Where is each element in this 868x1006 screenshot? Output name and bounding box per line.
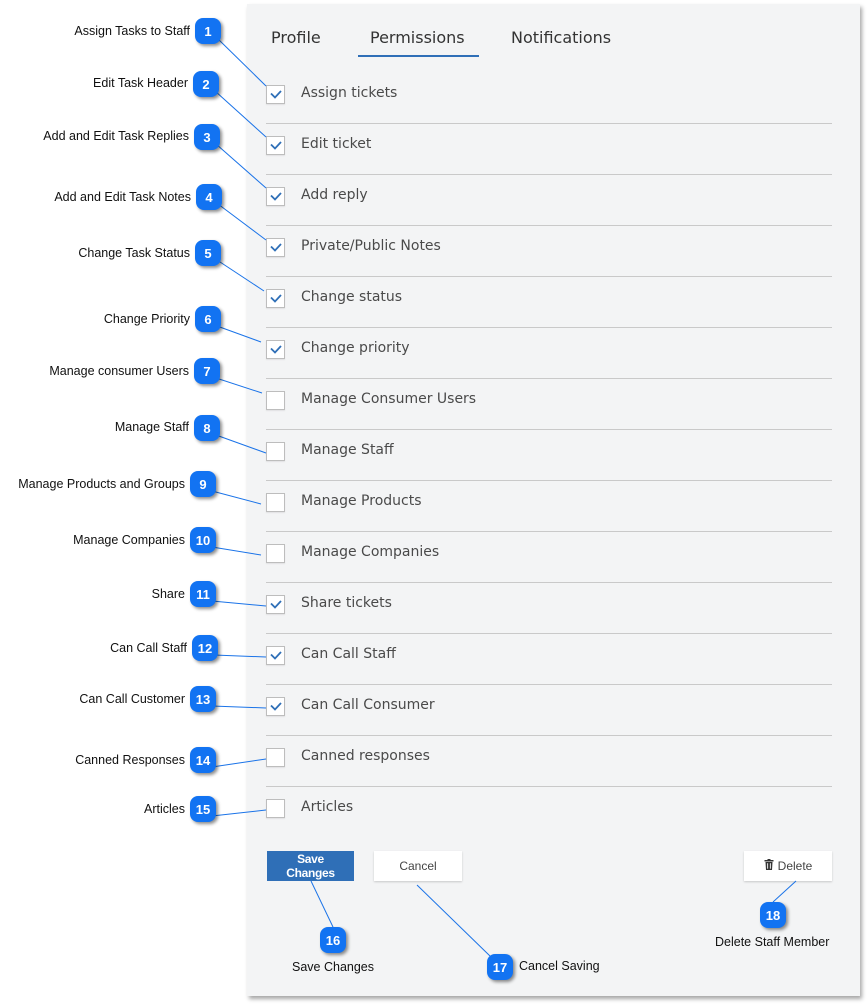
permission-label: Add reply <box>301 187 368 203</box>
callout-badge: 5 <box>195 240 221 266</box>
tab-notifications[interactable]: Notifications <box>511 28 611 47</box>
callout-badge: 14 <box>190 747 216 773</box>
permission-row: Can Call Consumer <box>266 685 832 736</box>
callout-badge: 4 <box>196 184 222 210</box>
permission-checkbox[interactable] <box>266 493 285 512</box>
permission-label: Manage Staff <box>301 442 394 458</box>
permission-checkbox[interactable] <box>266 799 285 818</box>
checkmark-icon <box>270 243 282 252</box>
callout-badge: 13 <box>190 686 216 712</box>
permission-checkbox[interactable] <box>266 391 285 410</box>
permission-checkbox[interactable] <box>266 340 285 359</box>
delete-button[interactable]: Delete <box>744 851 832 881</box>
checkmark-icon <box>270 651 282 660</box>
permission-label: Change priority <box>301 340 410 356</box>
permission-checkbox[interactable] <box>266 748 285 767</box>
callout-label: Manage consumer Users <box>49 364 189 378</box>
callout-badge: 3 <box>194 124 220 150</box>
save-changes-button[interactable]: Save Changes <box>267 851 354 881</box>
checkmark-icon <box>270 294 282 303</box>
permission-row: Manage Products <box>266 481 832 532</box>
checkmark-icon <box>270 141 282 150</box>
callout-badge: 12 <box>192 635 218 661</box>
permission-checkbox[interactable] <box>266 544 285 563</box>
callout-label: Manage Staff <box>114 420 189 434</box>
callout-badge: 1 <box>195 18 221 44</box>
checkmark-icon <box>270 90 282 99</box>
callout-label: Delete Staff Member <box>715 935 830 949</box>
callout-badge: 16 <box>320 927 346 953</box>
callout-label: Articles <box>144 802 185 816</box>
callout-label: Can Call Customer <box>79 692 185 706</box>
delete-button-label: Delete <box>777 859 813 873</box>
callout-label: Manage Companies <box>73 533 185 547</box>
callout-badge: 6 <box>195 306 221 332</box>
permission-row: Add reply <box>266 175 832 226</box>
checkmark-icon <box>270 702 282 711</box>
callout-badge: 11 <box>190 581 216 607</box>
permission-row: Assign tickets <box>266 73 832 124</box>
checkmark-icon <box>270 600 282 609</box>
callout-badge: 2 <box>193 71 219 97</box>
callout-label: Change Priority <box>103 312 190 326</box>
permission-label: Manage Products <box>301 493 422 509</box>
permission-label: Manage Companies <box>301 544 440 560</box>
callout-label: Add and Edit Task Replies <box>43 129 189 143</box>
permission-label: Change status <box>301 289 403 305</box>
callout-badge: 15 <box>190 796 216 822</box>
callout-badge: 10 <box>190 527 216 553</box>
tab-permissions[interactable]: Permissions <box>358 28 479 57</box>
permission-label: Articles <box>301 799 354 815</box>
permission-checkbox[interactable] <box>266 646 285 665</box>
cancel-button[interactable]: Cancel <box>374 851 462 881</box>
permission-label: Can Call Staff <box>301 646 396 662</box>
callout-badge: 7 <box>194 358 220 384</box>
tab-profile[interactable]: Profile <box>271 28 321 47</box>
permission-label: Manage Consumer Users <box>301 391 477 407</box>
callout-label: Save Changes <box>292 960 375 974</box>
permission-row: Edit ticket <box>266 124 832 175</box>
permission-checkbox[interactable] <box>266 187 285 206</box>
permission-label: Edit ticket <box>301 136 372 152</box>
callout-label: Edit Task Header <box>93 76 188 90</box>
permission-checkbox[interactable] <box>266 595 285 614</box>
callout-label: Assign Tasks to Staff <box>74 24 190 38</box>
permission-checkbox[interactable] <box>266 289 285 308</box>
callout-label: Cancel Saving <box>519 959 600 973</box>
permission-label: Assign tickets <box>301 85 398 101</box>
permission-row: Can Call Staff <box>266 634 832 685</box>
permission-row: Change priority <box>266 328 832 379</box>
trash-icon <box>764 859 774 873</box>
permission-checkbox[interactable] <box>266 238 285 257</box>
permission-row: Manage Consumer Users <box>266 379 832 430</box>
permission-row: Canned responses <box>266 736 832 787</box>
checkmark-icon <box>270 192 282 201</box>
permission-label: Canned responses <box>301 748 430 764</box>
callout-badge: 17 <box>487 954 513 980</box>
checkmark-icon <box>270 345 282 354</box>
permission-row: Share tickets <box>266 583 832 634</box>
permission-label: Share tickets <box>301 595 392 611</box>
callout-label: Can Call Staff <box>110 641 187 655</box>
permission-row: Change status <box>266 277 832 328</box>
permission-checkbox[interactable] <box>266 85 285 104</box>
callout-label: Change Task Status <box>78 246 190 260</box>
permission-checkbox[interactable] <box>266 136 285 155</box>
permission-row: Manage Companies <box>266 532 832 583</box>
permission-checkbox[interactable] <box>266 442 285 461</box>
callout-label: Manage Products and Groups <box>18 477 185 491</box>
callout-label: Share <box>151 587 185 601</box>
permission-row: Manage Staff <box>266 430 832 481</box>
permission-label: Private/Public Notes <box>301 238 441 254</box>
callout-badge: 18 <box>760 902 786 928</box>
permission-row: Articles <box>266 787 832 838</box>
callout-label: Add and Edit Task Notes <box>54 190 191 204</box>
callout-label: Canned Responses <box>75 753 185 767</box>
callout-badge: 8 <box>194 415 220 441</box>
permission-row: Private/Public Notes <box>266 226 832 277</box>
permission-label: Can Call Consumer <box>301 697 435 713</box>
callout-badge: 9 <box>190 471 216 497</box>
permission-checkbox[interactable] <box>266 697 285 716</box>
